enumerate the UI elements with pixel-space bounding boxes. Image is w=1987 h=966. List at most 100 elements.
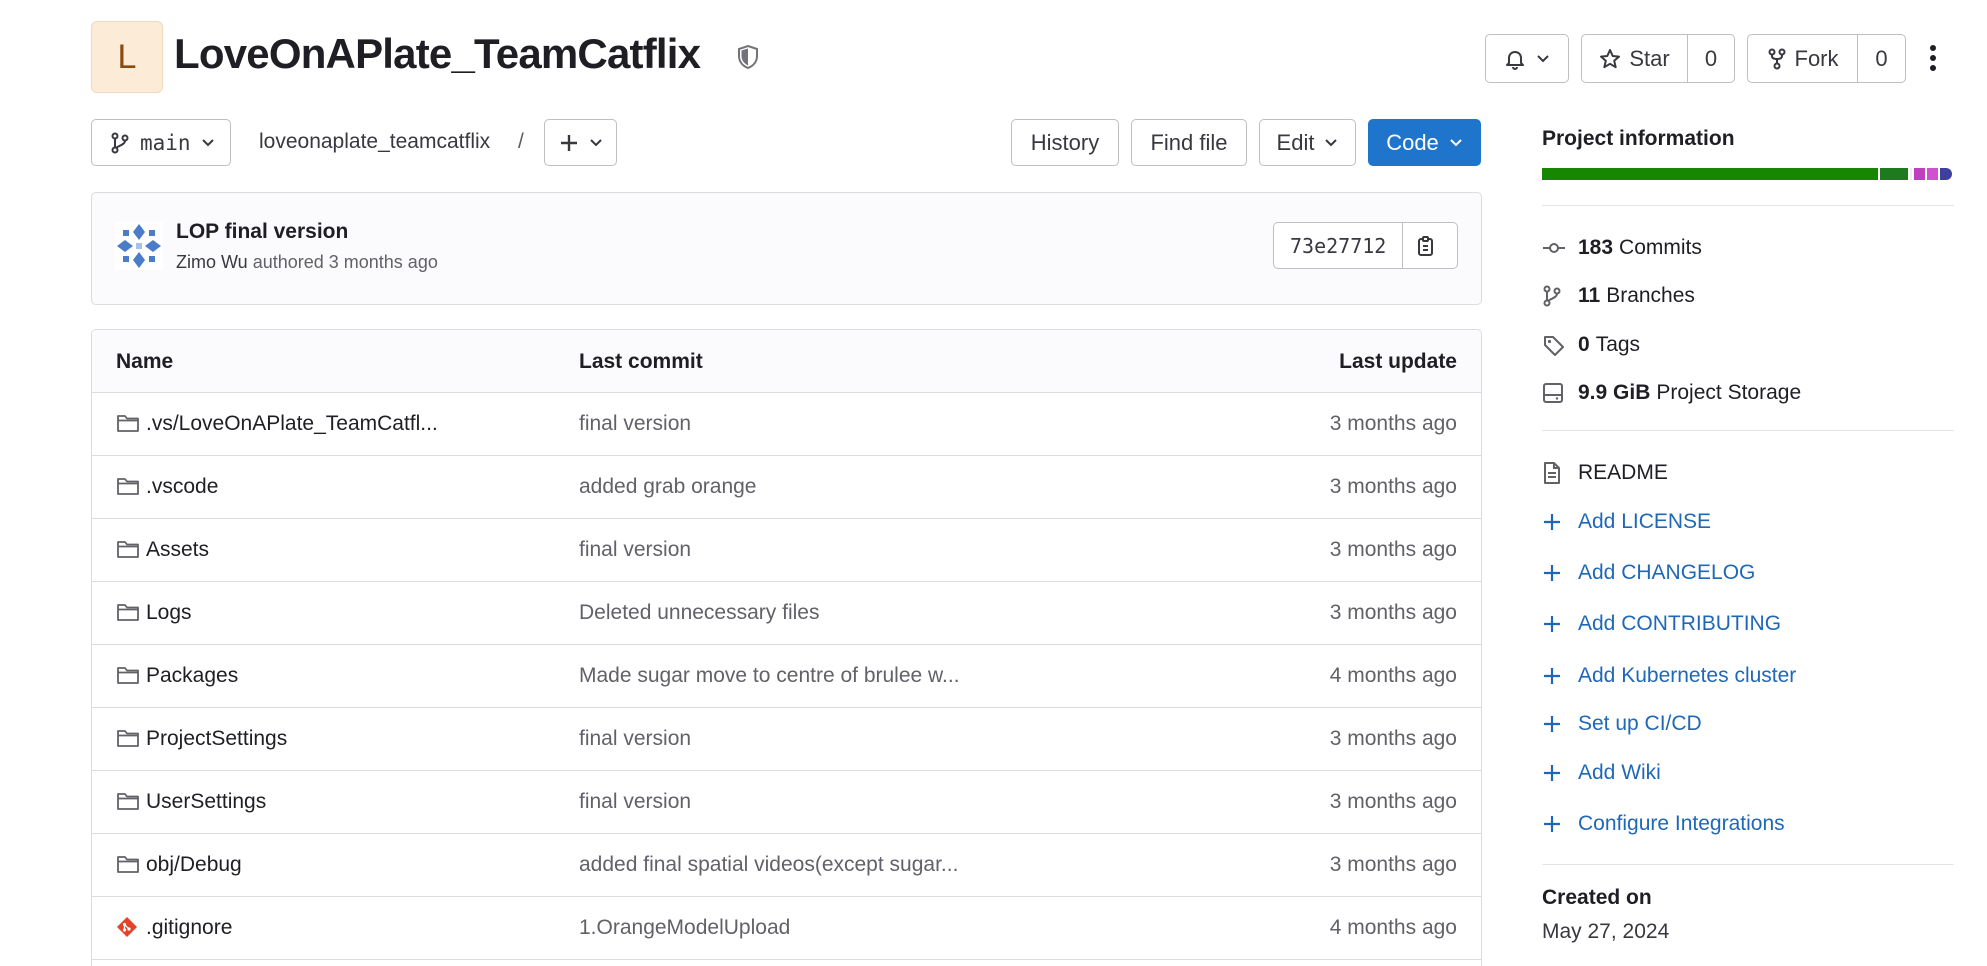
chevron-down-icon (589, 138, 603, 148)
file-tree-table: Name Last commit Last update .vs/LoveOnA… (91, 329, 1482, 966)
commits-count: 183 (1578, 236, 1614, 259)
fork-button-group: Fork 0 (1747, 34, 1906, 83)
history-button[interactable]: History (1011, 119, 1119, 166)
storage-icon (1542, 382, 1578, 404)
copy-sha-button[interactable] (1403, 223, 1449, 268)
plus-icon (1542, 814, 1578, 834)
last-commit-message[interactable]: Deleted unnecessary files (579, 601, 819, 625)
sidebar-link-add-contributing[interactable]: Add CONTRIBUTING (1542, 612, 1781, 636)
commit-message[interactable]: LOP final version (176, 220, 348, 244)
file-name[interactable]: Logs (146, 601, 192, 625)
edit-dropdown[interactable]: Edit (1259, 119, 1356, 166)
sidebar-link-label: Add CONTRIBUTING (1578, 612, 1782, 635)
last-commit-message[interactable]: final version (579, 790, 691, 814)
header-name: Name (116, 350, 174, 373)
table-row[interactable]: ProjectSettings final version 3 months ago (92, 708, 1481, 771)
code-dropdown[interactable]: Code (1368, 119, 1481, 166)
table-row[interactable]: UserSettings final version 3 months ago (92, 771, 1481, 834)
language-segment (1910, 168, 1912, 180)
breadcrumb-separator: / (518, 130, 524, 153)
tags-count: 0 (1578, 333, 1590, 356)
table-row[interactable]: Logs Deleted unnecessary files 3 months ag… (92, 582, 1481, 645)
header-last-update: Last update (1339, 350, 1457, 373)
commit-sha-group: 73e27712 (1273, 222, 1458, 269)
add-to-tree-dropdown[interactable] (544, 119, 617, 166)
last-commit-message[interactable]: added grab orange (579, 475, 757, 499)
sidebar-link-add-wiki[interactable]: Add Wiki (1542, 761, 1661, 785)
project-avatar-letter: L (117, 37, 137, 76)
table-row[interactable]: obj/Debug added final spatial videos(exce… (92, 834, 1481, 897)
file-name[interactable]: .vscode (146, 475, 218, 499)
folder-icon (116, 475, 140, 497)
last-update-time: 4 months ago (1329, 664, 1457, 687)
sidebar-link-add-changelog[interactable]: Add CHANGELOG (1542, 561, 1755, 585)
table-row[interactable]: .vs/LoveOnAPlate_TeamCatfl... final versi… (92, 393, 1481, 456)
created-on-date: May 27, 2024 (1542, 920, 1670, 943)
branch-icon (110, 132, 130, 154)
branch-icon (1542, 285, 1578, 307)
readme-link[interactable]: README (1542, 461, 1668, 485)
commit-author[interactable]: Zimo Wu (176, 252, 248, 272)
file-name[interactable]: .vs/LoveOnAPlate_TeamCatfl... (146, 412, 438, 436)
file-name[interactable]: UserSettings (146, 790, 266, 814)
tags-label: Tags (1595, 333, 1641, 356)
last-update-time: 3 months ago (1329, 601, 1457, 624)
table-row[interactable]: .gitignore 1.OrangeModelUpload 4 months ag… (92, 897, 1481, 960)
file-name[interactable]: Assets (146, 538, 209, 562)
sidebar-link-configure-integrations[interactable]: Configure Integrations (1542, 812, 1785, 836)
fork-label: Fork (1794, 45, 1839, 71)
file-name[interactable]: Packages (146, 664, 238, 688)
git-file-icon (116, 916, 138, 938)
project-title[interactable]: LoveOnAPlate_TeamCatflix (174, 30, 701, 78)
fork-button[interactable]: Fork (1748, 35, 1857, 82)
find-file-button[interactable]: Find file (1131, 119, 1247, 166)
plus-icon (1542, 714, 1578, 734)
sidebar-link-label: Add LICENSE (1578, 510, 1712, 533)
last-commit-message[interactable]: added final spatial videos(except sugar.… (579, 853, 958, 877)
commit-meta: Zimo Wu authored 3 months ago (176, 252, 438, 273)
author-avatar[interactable] (115, 222, 163, 270)
folder-icon (116, 538, 140, 560)
file-name[interactable]: obj/Debug (146, 853, 242, 877)
language-segment (1940, 168, 1952, 180)
commit-sha[interactable]: 73e27712 (1274, 223, 1402, 268)
sidebar-link-label: Set up CI/CD (1578, 712, 1702, 735)
star-button[interactable]: Star (1582, 35, 1687, 82)
table-row[interactable]: Assets final version 3 months ago (92, 519, 1481, 582)
table-row[interactable]: .vscode added grab orange 3 months ago (92, 456, 1481, 519)
storage-label: Project Storage (1656, 381, 1802, 404)
folder-icon (116, 412, 140, 434)
last-commit-message[interactable]: final version (579, 538, 691, 562)
last-commit-message[interactable]: final version (579, 727, 691, 751)
star-icon (1599, 48, 1621, 70)
breadcrumb-root[interactable]: loveonaplate_teamcatflix (259, 130, 490, 154)
more-actions-icon[interactable] (1929, 44, 1937, 72)
commits-stat[interactable]: 183 Commits (1542, 236, 1702, 260)
last-update-time: 3 months ago (1329, 475, 1457, 498)
notification-dropdown[interactable] (1485, 34, 1569, 83)
star-count[interactable]: 0 (1688, 35, 1734, 82)
last-commit-message[interactable]: Made sugar move to centre of brulee w... (579, 664, 960, 688)
language-segment (1927, 168, 1938, 180)
table-row[interactable]: Packages Made sugar move to centre of bru… (92, 645, 1481, 708)
file-name[interactable]: ProjectSettings (146, 727, 287, 751)
chevron-down-icon (1324, 138, 1338, 148)
last-commit-message[interactable]: final version (579, 412, 691, 436)
tags-stat[interactable]: 0 Tags (1542, 333, 1640, 357)
folder-icon (116, 790, 140, 812)
folder-icon (116, 664, 140, 686)
fork-count[interactable]: 0 (1858, 35, 1905, 82)
branches-stat[interactable]: 11 Branches (1542, 284, 1695, 308)
star-button-group: Star 0 (1581, 34, 1735, 83)
sidebar-link-add-kubernetes-cluster[interactable]: Add Kubernetes cluster (1542, 664, 1796, 688)
branch-selector[interactable]: main (91, 119, 231, 166)
sidebar-link-set-up-ci-cd[interactable]: Set up CI/CD (1542, 712, 1702, 736)
project-avatar: L (91, 21, 163, 93)
file-name[interactable]: .gitignore (146, 916, 232, 940)
sidebar-link-add-license[interactable]: Add LICENSE (1542, 510, 1711, 534)
storage-stat[interactable]: 9.9 GiB Project Storage (1542, 381, 1801, 405)
last-commit-message[interactable]: 1.OrangeModelUpload (579, 916, 790, 940)
last-update-time: 3 months ago (1329, 727, 1457, 750)
divider (1542, 864, 1954, 865)
language-bar[interactable] (1542, 168, 1954, 180)
